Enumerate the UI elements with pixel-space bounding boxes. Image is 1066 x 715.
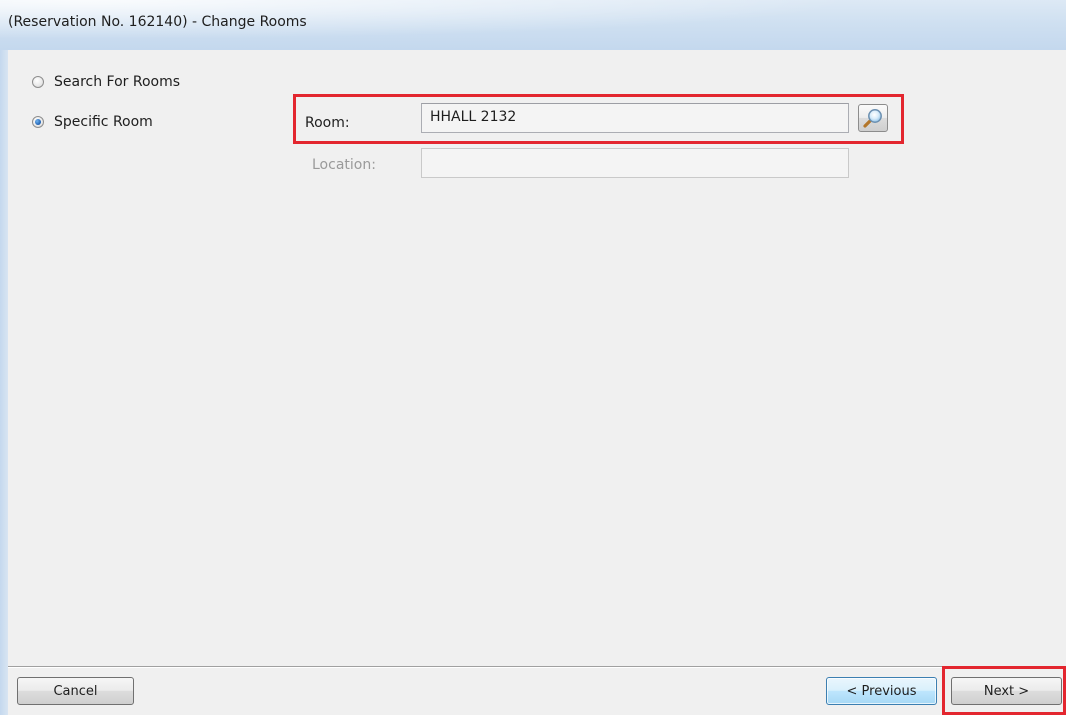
change-rooms-window: (Reservation No. 162140) - Change Rooms … xyxy=(0,0,1066,715)
window-left-border xyxy=(0,50,8,715)
specific-room-radio[interactable] xyxy=(32,116,44,128)
previous-button[interactable]: < Previous xyxy=(826,677,937,705)
location-label: Location: xyxy=(312,157,376,173)
room-field[interactable]: HHALL 2132 xyxy=(421,103,849,133)
search-for-rooms-option[interactable]: Search For Rooms xyxy=(32,72,180,92)
cancel-button[interactable]: Cancel xyxy=(17,677,134,705)
room-lookup-button[interactable] xyxy=(858,104,888,132)
location-field xyxy=(421,148,849,178)
dialog-client-area: Search For Rooms Specific Room Room: HHA… xyxy=(8,50,1066,715)
window-title: (Reservation No. 162140) - Change Rooms xyxy=(8,14,307,30)
search-for-rooms-radio[interactable] xyxy=(32,76,44,88)
title-bar: (Reservation No. 162140) - Change Rooms xyxy=(0,0,1066,50)
footer-separator xyxy=(8,666,1066,668)
specific-room-label[interactable]: Specific Room xyxy=(54,114,153,130)
next-button[interactable]: Next > xyxy=(951,677,1062,705)
magnifier-icon xyxy=(863,109,882,128)
search-for-rooms-label[interactable]: Search For Rooms xyxy=(54,74,180,90)
room-label: Room: xyxy=(305,115,350,131)
specific-room-option[interactable]: Specific Room xyxy=(32,112,153,132)
